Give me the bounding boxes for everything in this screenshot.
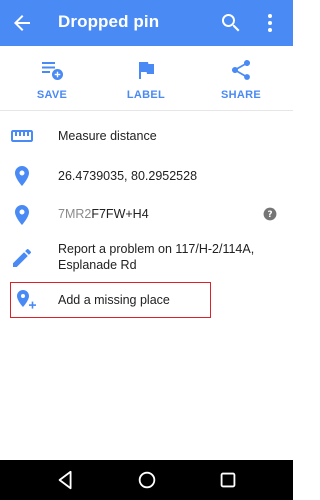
label-button[interactable]: LABEL bbox=[106, 46, 186, 110]
ruler-icon bbox=[11, 130, 33, 142]
arrow-back-icon[interactable] bbox=[10, 11, 34, 35]
measure-distance-label: Measure distance bbox=[58, 129, 157, 143]
nav-recent-icon[interactable] bbox=[217, 469, 239, 491]
coordinates-text: 26.4739035, 80.2952528 bbox=[58, 169, 198, 183]
plus-code-text: 7MR2F7FW+H4 bbox=[58, 206, 149, 222]
measure-distance-item[interactable]: Measure distance bbox=[0, 120, 293, 152]
search-icon[interactable] bbox=[219, 11, 243, 35]
share-label: SHARE bbox=[220, 89, 261, 101]
place-icon bbox=[15, 205, 29, 225]
save-label: SAVE bbox=[36, 89, 68, 101]
add-missing-place-item[interactable]: Add a missing place bbox=[10, 282, 211, 318]
help-icon[interactable]: ? bbox=[263, 207, 277, 221]
share-button[interactable]: SHARE bbox=[201, 46, 281, 110]
add-missing-place-label: Add a missing place bbox=[58, 293, 170, 307]
report-problem-text: Report a problem on 117/H-2/114A, Esplan… bbox=[58, 242, 255, 272]
action-bar: SAVE LABEL SHARE bbox=[0, 46, 293, 111]
svg-text:?: ? bbox=[267, 210, 272, 220]
report-problem-item[interactable]: Report a problem on 117/H-2/114A, Esplan… bbox=[0, 238, 293, 278]
playlist-add-icon bbox=[42, 62, 63, 80]
plus-code-prefix: 7MR2 bbox=[58, 207, 92, 221]
plus-code-item[interactable]: 7MR2F7FW+H4 ? bbox=[0, 200, 293, 232]
nav-home-icon[interactable] bbox=[136, 469, 158, 491]
nav-back-icon[interactable] bbox=[55, 469, 77, 491]
plus-code-value: F7FW+H4 bbox=[91, 207, 149, 221]
page-title: Dropped pin bbox=[58, 12, 160, 31]
coordinates-item[interactable]: 26.4739035, 80.2952528 bbox=[0, 161, 293, 193]
more-vert-icon[interactable] bbox=[258, 11, 282, 35]
system-nav-bar bbox=[0, 460, 293, 500]
place-icon bbox=[15, 166, 29, 186]
save-button[interactable]: SAVE bbox=[12, 46, 92, 110]
add-location-icon bbox=[17, 290, 36, 309]
app-bar: Dropped pin bbox=[0, 0, 293, 46]
share-icon bbox=[231, 59, 251, 80]
flag-icon bbox=[139, 62, 154, 79]
pencil-icon bbox=[13, 248, 32, 267]
label-label: LABEL bbox=[126, 89, 166, 101]
